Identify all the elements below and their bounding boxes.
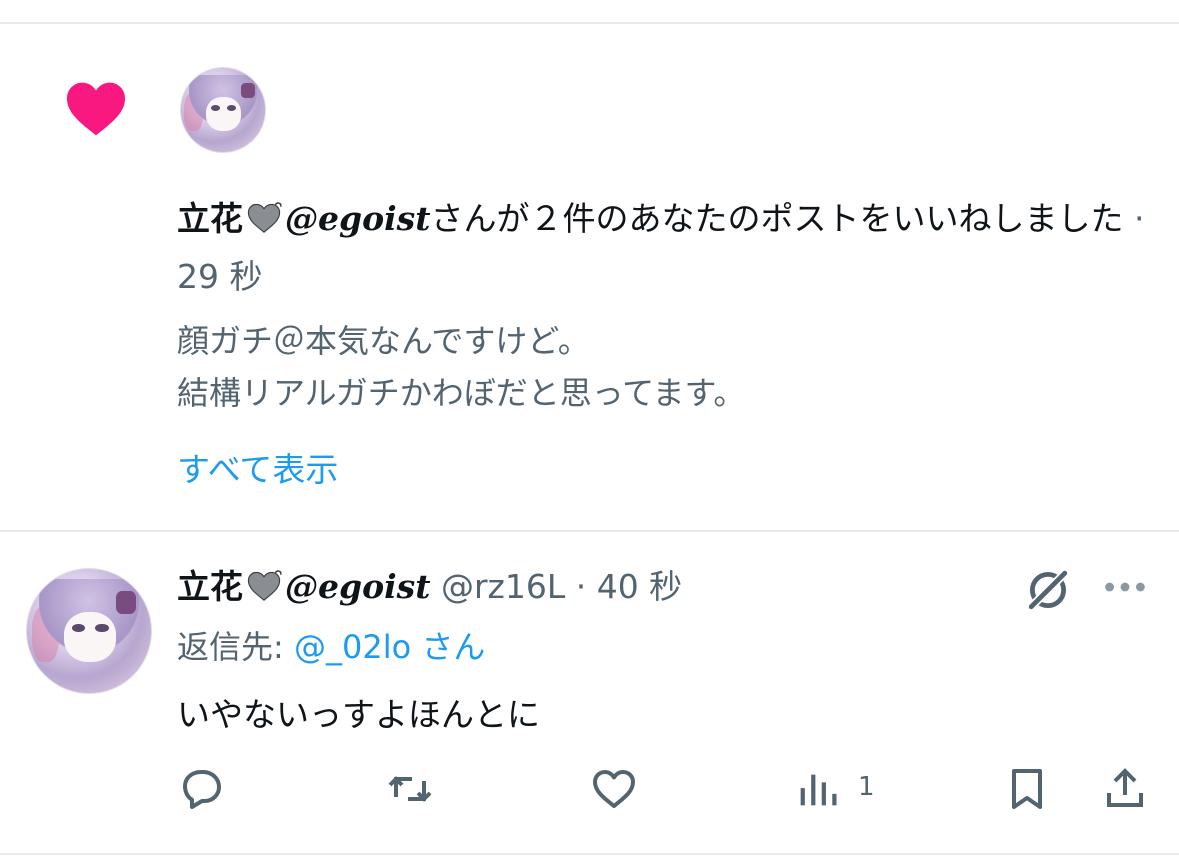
post-separator: · xyxy=(565,567,597,606)
notification-user-name[interactable]: 立花 xyxy=(177,199,243,238)
notification-time: 29 秒 xyxy=(177,257,263,296)
grok-icon[interactable] xyxy=(1024,566,1072,614)
more-icon[interactable] xyxy=(1103,580,1147,594)
post-username[interactable]: @rz16L xyxy=(441,567,565,606)
grey-heart-icon xyxy=(247,202,282,233)
reply-icon[interactable] xyxy=(178,765,226,813)
post-text: いやないっすよほんとに xyxy=(177,695,540,734)
repost-icon[interactable] xyxy=(386,765,434,813)
preview-line-1: 顔ガチ＠本気なんですけど。 xyxy=(177,322,590,360)
heart-icon xyxy=(67,82,125,136)
share-icon[interactable] xyxy=(1101,765,1149,813)
grey-heart-icon xyxy=(247,570,282,601)
notification-separator: · xyxy=(1123,199,1145,238)
post-header: 立花 @egoist @rz16L · 40 秒 xyxy=(177,560,682,614)
post-user-name[interactable]: 立花 xyxy=(177,567,243,606)
top-divider xyxy=(0,22,1179,24)
reply-to-line: 返信先: @_02lo さん xyxy=(177,620,485,674)
bookmark-icon[interactable] xyxy=(1003,765,1051,813)
preview-line-2: 結構リアルガチかわぼだと思ってます。 xyxy=(177,374,746,412)
middle-divider xyxy=(0,530,1179,532)
reply-to-label: 返信先: xyxy=(177,628,294,666)
post-user-avatar[interactable] xyxy=(26,568,152,694)
post-time[interactable]: 40 秒 xyxy=(597,567,682,606)
reply-to-link[interactable]: @_02lo さん xyxy=(294,628,485,666)
bottom-divider xyxy=(0,853,1179,855)
notification-text[interactable]: 立花 @egoistさんが２件のあなたのポストをいいねしました · 29 秒 xyxy=(177,190,1157,306)
notification-user-avatar[interactable] xyxy=(180,67,266,153)
post-user-handle[interactable]: @egoist xyxy=(285,567,430,606)
views-count: 1 xyxy=(858,772,875,802)
notification-user-handle[interactable]: @egoist xyxy=(285,199,430,238)
show-all-link[interactable]: すべて表示 xyxy=(177,444,338,496)
notification-action: さんが２件のあなたのポストをいいねしました xyxy=(430,199,1124,238)
views-icon[interactable] xyxy=(797,767,843,813)
like-icon[interactable] xyxy=(590,765,638,813)
notification-post-preview[interactable]: 顔ガチ＠本気なんですけど。 結構リアルガチかわぼだと思ってます。 xyxy=(177,315,1157,419)
